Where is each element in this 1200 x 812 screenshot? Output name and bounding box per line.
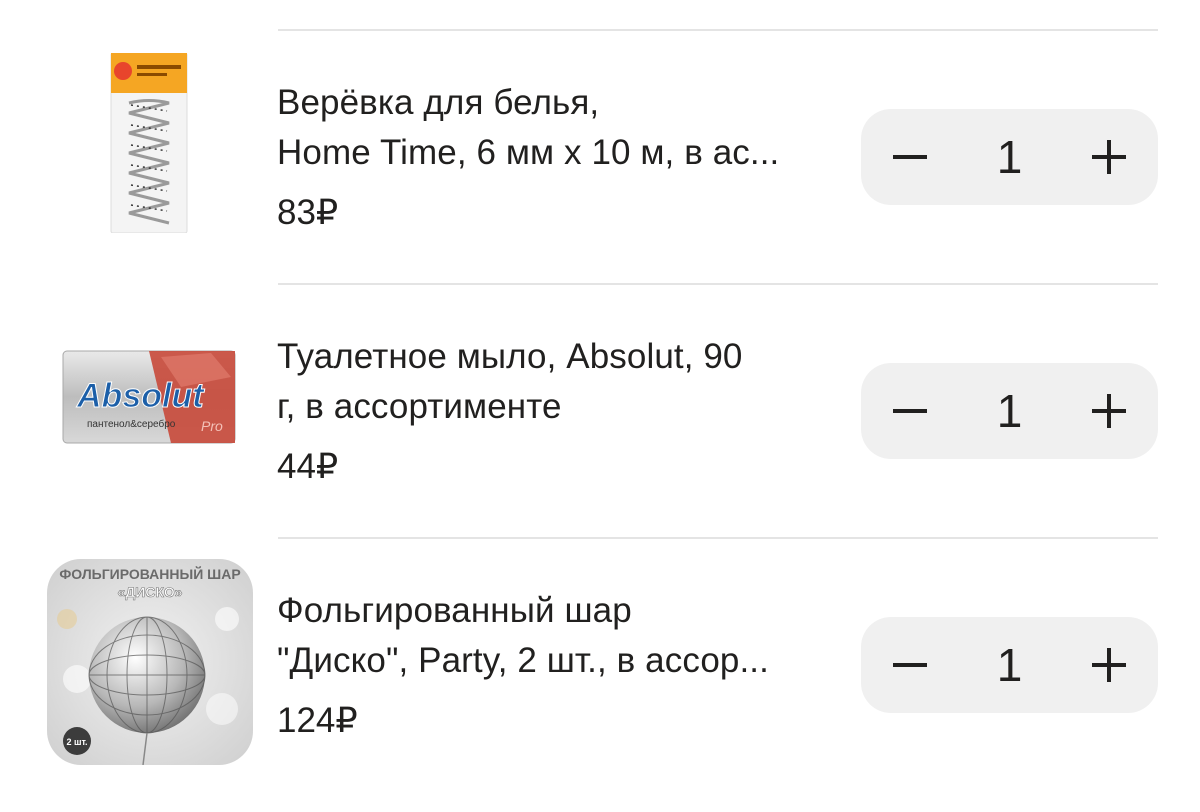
soap-subtext: пантенол&серебро xyxy=(87,418,176,430)
product-price: 44₽ xyxy=(277,447,339,486)
divider xyxy=(278,537,1158,539)
minus-icon xyxy=(893,663,927,667)
cart-item: Absolut пантенол&серебро Pro Туалетное м… xyxy=(0,292,1200,546)
disco-balloon-icon: ФОЛЬГИРОВАННЫЙ ШАР «ДИСКО» 2 шт. xyxy=(47,559,253,765)
soap-brand-text: Absolut xyxy=(76,377,205,415)
decrease-button[interactable] xyxy=(885,132,935,182)
minus-icon xyxy=(893,155,927,159)
decrease-button[interactable] xyxy=(885,640,935,690)
soap-bar-icon: Absolut пантенол&серебро Pro xyxy=(62,350,236,444)
cart-item: ФОЛЬГИРОВАННЫЙ ШАР «ДИСКО» 2 шт. Фольгир… xyxy=(0,546,1200,800)
soap-pro-text: Pro xyxy=(201,418,223,434)
product-title-line: Фольгированный шар xyxy=(277,591,632,630)
increase-button[interactable] xyxy=(1084,640,1134,690)
quantity-value: 1 xyxy=(996,639,1023,691)
quantity-stepper: 1 xyxy=(861,617,1158,713)
product-title-line: Туалетное мыло, Absolut, 90 xyxy=(277,337,743,376)
product-title[interactable]: Верёвка для белья, Home Time, 6 мм х 10 … xyxy=(277,78,837,178)
plus-icon xyxy=(1092,394,1126,428)
balloon-badge-text: 2 шт. xyxy=(66,737,87,747)
product-title[interactable]: Фольгированный шар "Диско", Party, 2 шт.… xyxy=(277,586,837,686)
divider xyxy=(278,29,1158,31)
product-image[interactable]: ФОЛЬГИРОВАННЫЙ ШАР «ДИСКО» 2 шт. xyxy=(46,558,254,766)
product-title-line: г, в ассортименте xyxy=(277,387,562,426)
quantity-value: 1 xyxy=(996,131,1023,183)
plus-icon xyxy=(1092,140,1126,174)
divider xyxy=(278,283,1158,285)
product-title-line: Home Time, 6 мм х 10 м, в ас... xyxy=(277,133,780,172)
cart-item: Верёвка для белья, Home Time, 6 мм х 10 … xyxy=(0,38,1200,292)
minus-icon xyxy=(893,409,927,413)
product-image[interactable] xyxy=(44,38,254,248)
product-title[interactable]: Туалетное мыло, Absolut, 90 г, в ассорти… xyxy=(277,332,837,432)
rope-package-icon xyxy=(110,53,188,233)
product-image[interactable]: Absolut пантенол&серебро Pro xyxy=(44,292,254,502)
quantity-stepper: 1 xyxy=(861,363,1158,459)
quantity-value: 1 xyxy=(996,385,1023,437)
quantity-stepper: 1 xyxy=(861,109,1158,205)
cart-list: Верёвка для белья, Home Time, 6 мм х 10 … xyxy=(0,0,1200,812)
plus-icon xyxy=(1092,648,1126,682)
product-title-line: "Диско", Party, 2 шт., в ассор... xyxy=(277,641,769,680)
decrease-button[interactable] xyxy=(885,386,935,436)
product-title-line: Верёвка для белья, xyxy=(277,83,600,122)
increase-button[interactable] xyxy=(1084,132,1134,182)
increase-button[interactable] xyxy=(1084,386,1134,436)
balloon-header-text: ФОЛЬГИРОВАННЫЙ ШАР xyxy=(59,565,240,582)
product-price: 83₽ xyxy=(277,193,339,232)
balloon-subheader-text: «ДИСКО» xyxy=(117,584,182,600)
product-price: 124₽ xyxy=(277,701,358,740)
